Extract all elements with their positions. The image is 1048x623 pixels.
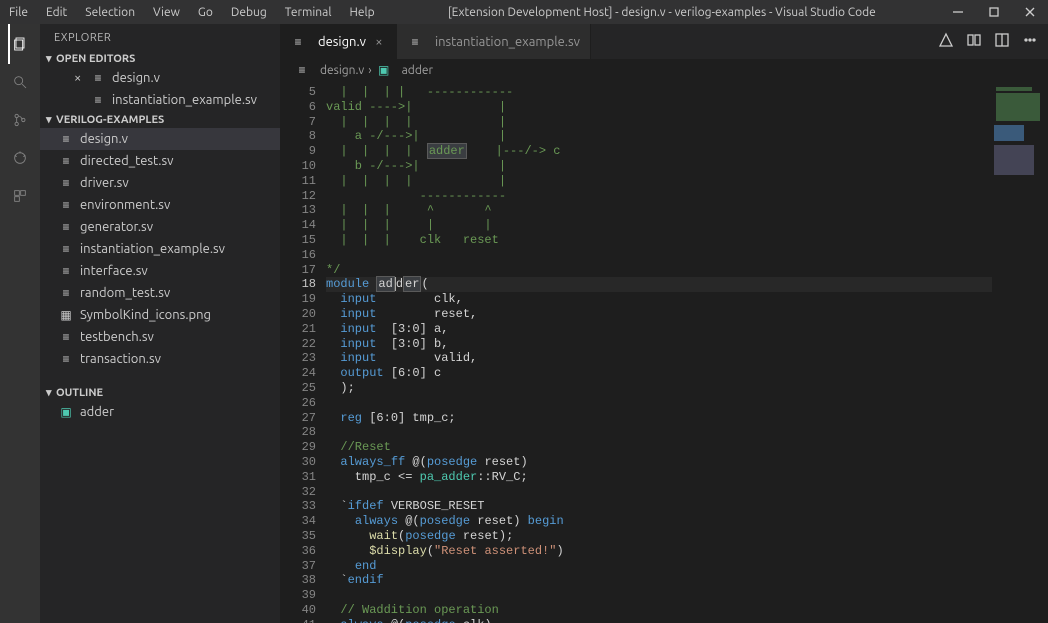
code-content[interactable]: | | | | ------------valid ---->| | | | |… bbox=[326, 81, 992, 623]
tab-label: instantiation_example.sv bbox=[435, 35, 580, 49]
file-icon: ≡ bbox=[58, 153, 74, 169]
module-icon: ▣ bbox=[58, 404, 74, 420]
line-gutter: 5678910111213141516171819202122232425262… bbox=[280, 81, 326, 623]
file-item[interactable]: ≡ instantiation_example.sv bbox=[40, 238, 280, 260]
minimize-icon[interactable] bbox=[940, 0, 976, 24]
menu-debug[interactable]: Debug bbox=[222, 6, 276, 19]
menu-view[interactable]: View bbox=[144, 6, 189, 19]
open-editor-item[interactable]: × ≡ design.v bbox=[40, 67, 280, 89]
search-icon[interactable] bbox=[8, 70, 32, 94]
file-item[interactable]: ≡ environment.sv bbox=[40, 194, 280, 216]
file-icon: ≡ bbox=[58, 351, 74, 367]
file-label: driver.sv bbox=[80, 176, 129, 190]
file-label: generator.sv bbox=[80, 220, 153, 234]
debug-icon[interactable] bbox=[8, 146, 32, 170]
close-icon[interactable]: × bbox=[372, 35, 386, 49]
code-area[interactable]: 5678910111213141516171819202122232425262… bbox=[280, 81, 1048, 623]
outline-label: adder bbox=[80, 405, 114, 419]
file-icon: ≡ bbox=[58, 219, 74, 235]
tab-design-v[interactable]: ≡ design.v × bbox=[280, 24, 397, 59]
file-item[interactable]: ≡ design.v bbox=[40, 128, 280, 150]
file-item[interactable]: ≡ testbench.sv bbox=[40, 326, 280, 348]
menu-go[interactable]: Go bbox=[189, 6, 222, 19]
file-icon: ≡ bbox=[90, 70, 106, 86]
split-editor-icon[interactable] bbox=[994, 32, 1010, 51]
diff-icon[interactable] bbox=[938, 32, 954, 51]
menu-selection[interactable]: Selection bbox=[76, 6, 144, 19]
tab-instantiation_example-sv[interactable]: ≡ instantiation_example.sv bbox=[397, 24, 591, 59]
sidebar-title: EXPLORER bbox=[40, 24, 280, 50]
file-icon: ≡ bbox=[58, 263, 74, 279]
file-label: instantiation_example.sv bbox=[112, 93, 257, 107]
chevron-down-icon: ▾ bbox=[46, 52, 56, 65]
file-icon: ≡ bbox=[58, 131, 74, 147]
file-icon: ≡ bbox=[290, 34, 306, 50]
file-icon: ≡ bbox=[58, 197, 74, 213]
extensions-icon[interactable] bbox=[8, 184, 32, 208]
file-item[interactable]: ≡ directed_test.sv bbox=[40, 150, 280, 172]
menu-edit[interactable]: Edit bbox=[37, 6, 76, 19]
sidebar: EXPLORER ▾ OPEN EDITORS × ≡ design.v ≡ insta… bbox=[40, 24, 280, 623]
chevron-right-icon: › bbox=[368, 64, 371, 77]
file-icon: ≡ bbox=[58, 329, 74, 345]
chevron-down-icon: ▾ bbox=[46, 386, 56, 399]
close-icon[interactable]: × bbox=[74, 71, 86, 85]
explorer-icon[interactable] bbox=[8, 32, 32, 56]
tab-bar: ≡ design.v × ≡ instantiation_example.sv bbox=[280, 24, 1048, 59]
file-icon: ≡ bbox=[58, 285, 74, 301]
section-label: OPEN EDITORS bbox=[56, 53, 135, 65]
breadcrumb-symbol: adder bbox=[402, 64, 433, 77]
open-editors-header[interactable]: ▾ OPEN EDITORS bbox=[40, 50, 280, 67]
titlebar: FileEditSelectionViewGoDebugTerminalHelp… bbox=[0, 0, 1048, 24]
file-item[interactable]: ≡ interface.sv bbox=[40, 260, 280, 282]
module-icon: ▣ bbox=[376, 62, 392, 78]
editor-area: ≡ design.v × ≡ instantiation_example.sv ≡ de… bbox=[280, 24, 1048, 623]
section-label: OUTLINE bbox=[56, 387, 103, 399]
file-label: SymbolKind_icons.png bbox=[80, 308, 211, 322]
maximize-icon[interactable] bbox=[976, 0, 1012, 24]
file-label: random_test.sv bbox=[80, 286, 170, 300]
editor-actions bbox=[938, 24, 1048, 59]
file-item[interactable]: ≡ transaction.sv bbox=[40, 348, 280, 370]
file-label: design.v bbox=[80, 132, 128, 146]
window-title: [Extension Development Host] - design.v … bbox=[384, 6, 940, 19]
file-label: environment.sv bbox=[80, 198, 170, 212]
window-controls bbox=[940, 0, 1048, 24]
folder-header[interactable]: ▾ VERILOG-EXAMPLES bbox=[40, 111, 280, 128]
close-icon[interactable] bbox=[1012, 0, 1048, 24]
menu-file[interactable]: File bbox=[0, 6, 37, 19]
compare-icon[interactable] bbox=[966, 32, 982, 51]
section-label: VERILOG-EXAMPLES bbox=[56, 114, 164, 126]
source-control-icon[interactable] bbox=[8, 108, 32, 132]
chevron-down-icon: ▾ bbox=[46, 113, 56, 126]
file-item[interactable]: ≡ driver.sv bbox=[40, 172, 280, 194]
menu-terminal[interactable]: Terminal bbox=[276, 6, 341, 19]
file-item[interactable]: ▦ SymbolKind_icons.png bbox=[40, 304, 280, 326]
file-icon: ≡ bbox=[58, 175, 74, 191]
file-icon: ≡ bbox=[58, 241, 74, 257]
menubar: FileEditSelectionViewGoDebugTerminalHelp bbox=[0, 6, 384, 19]
menu-help[interactable]: Help bbox=[340, 6, 383, 19]
file-item[interactable]: ≡ generator.sv bbox=[40, 216, 280, 238]
file-label: directed_test.sv bbox=[80, 154, 174, 168]
minimap[interactable] bbox=[992, 81, 1048, 623]
open-editor-item[interactable]: ≡ instantiation_example.sv bbox=[40, 89, 280, 111]
file-label: interface.sv bbox=[80, 264, 148, 278]
outline-item[interactable]: ▣ adder bbox=[40, 401, 280, 423]
file-icon: ≡ bbox=[294, 62, 310, 78]
file-icon: ≡ bbox=[90, 92, 106, 108]
file-label: testbench.sv bbox=[80, 330, 154, 344]
activity-bar bbox=[0, 24, 40, 623]
file-label: transaction.sv bbox=[80, 352, 161, 366]
tab-label: design.v bbox=[318, 35, 366, 49]
breadcrumb-file: design.v bbox=[320, 64, 364, 77]
file-item[interactable]: ≡ random_test.sv bbox=[40, 282, 280, 304]
file-label: instantiation_example.sv bbox=[80, 242, 225, 256]
breadcrumb[interactable]: ≡ design.v › ▣ adder bbox=[280, 59, 1048, 81]
file-icon: ≡ bbox=[407, 34, 423, 50]
image-icon: ▦ bbox=[58, 307, 74, 323]
outline-header[interactable]: ▾ OUTLINE bbox=[40, 384, 280, 401]
file-label: design.v bbox=[112, 71, 160, 85]
more-icon[interactable] bbox=[1022, 32, 1038, 51]
